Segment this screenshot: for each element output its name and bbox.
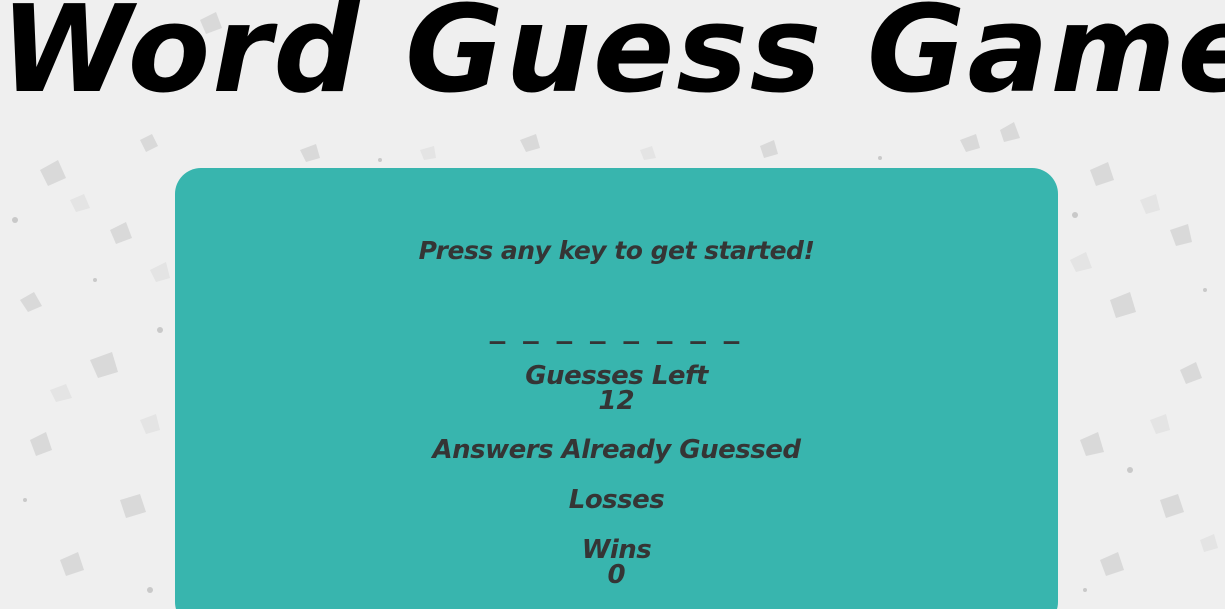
instructions-text: Press any key to get started! (418, 236, 815, 265)
guesses-left-value: 12 (598, 386, 635, 416)
game-panel: Press any key to get started! _ _ _ _ _ … (175, 168, 1058, 609)
wins-value: 0 (607, 560, 626, 590)
page-title: Word Guess Game (0, 0, 1225, 120)
word-blanks: _ _ _ _ _ _ _ _ (489, 310, 744, 345)
losses-label: Losses (568, 485, 665, 515)
answers-guessed-label: Answers Already Guessed (432, 435, 801, 465)
